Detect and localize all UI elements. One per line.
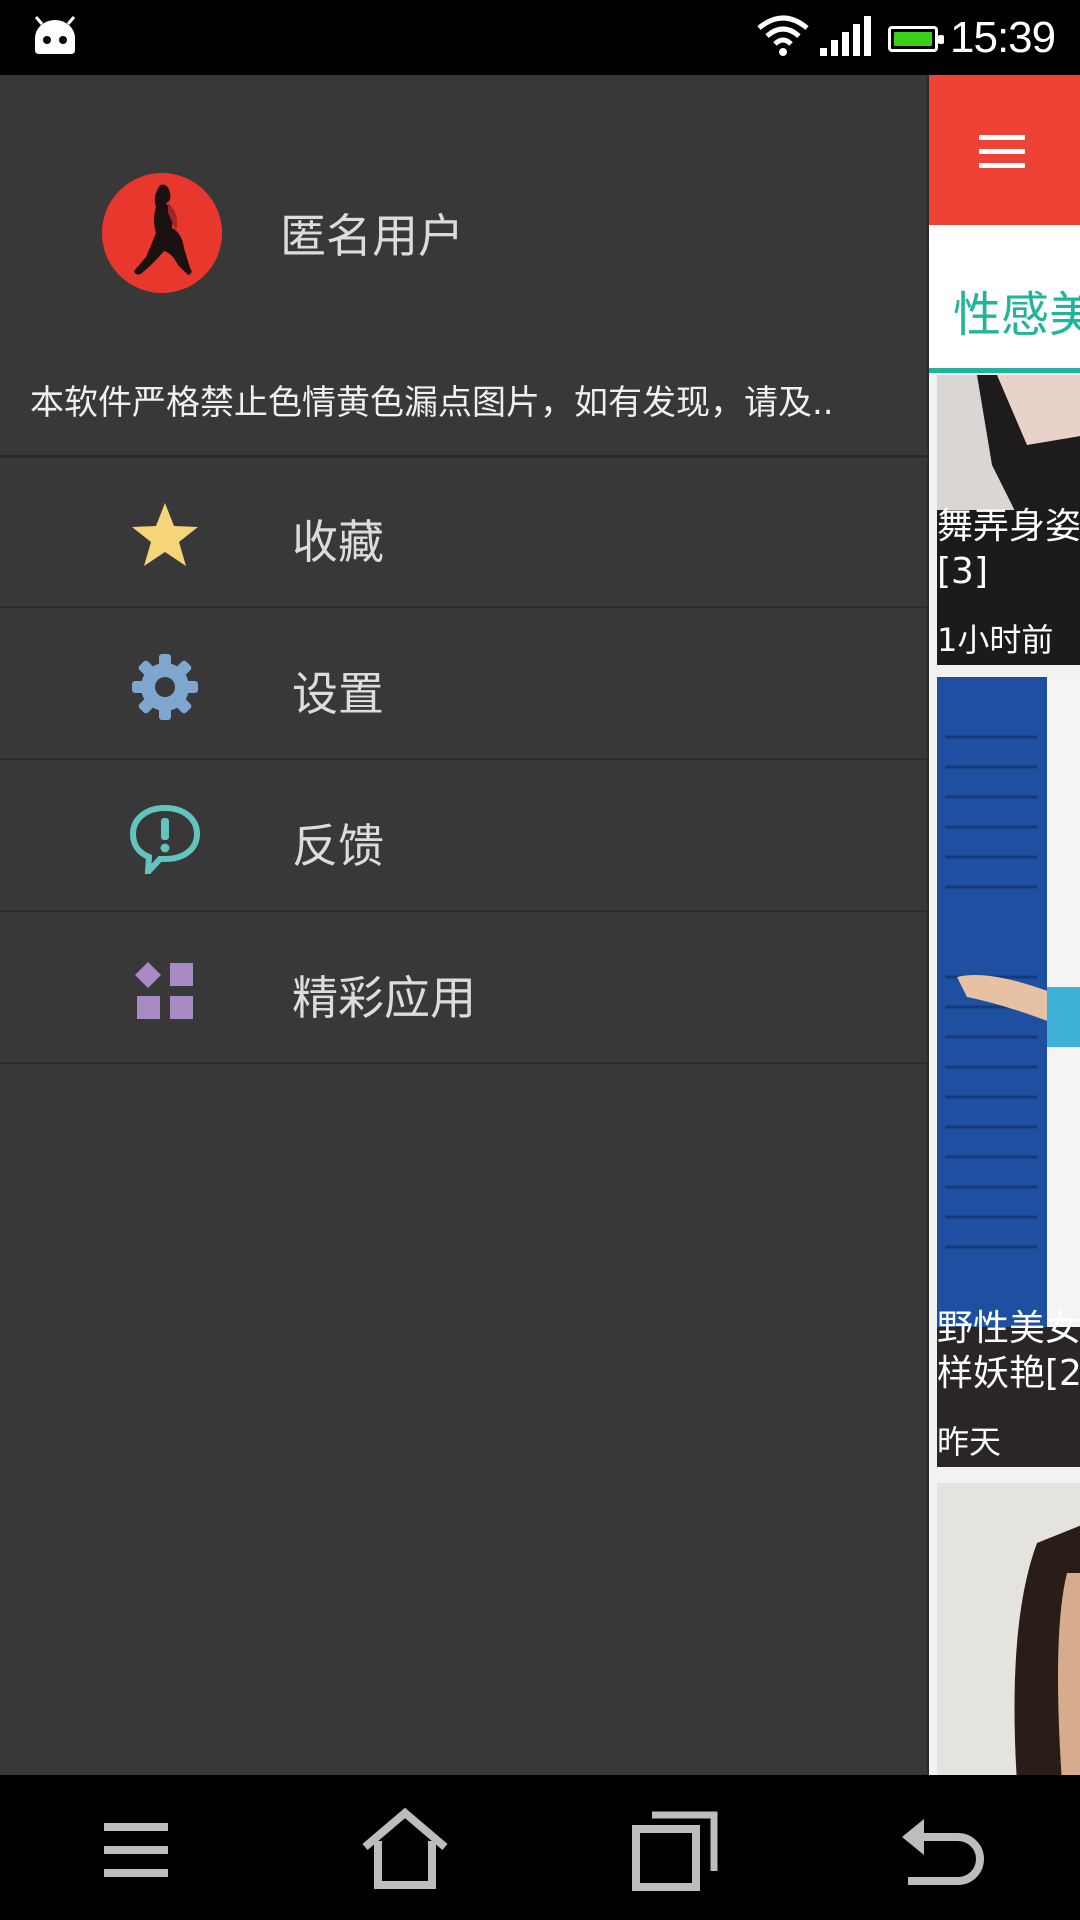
recent-apps-icon[interactable] <box>630 1805 720 1895</box>
app-toolbar <box>929 75 1080 225</box>
apps-icon <box>135 962 193 1019</box>
star-icon <box>132 503 198 566</box>
home-icon[interactable] <box>360 1805 450 1895</box>
feedback-icon <box>130 804 200 874</box>
main-content: 性感美 舞弄身姿 [3] 1小时前 野性美女 样妖艳[2 昨天 <box>929 75 1080 1775</box>
photo-card[interactable] <box>937 1483 1080 1775</box>
avatar[interactable] <box>102 173 222 293</box>
drawer-item-label: 设置 <box>292 667 384 721</box>
menu-icon[interactable] <box>92 1805 182 1895</box>
android-icon <box>34 16 76 54</box>
card-caption-line1: 舞弄身姿 <box>937 506 1080 547</box>
drawer-item-favorites[interactable]: 收藏 <box>0 458 929 608</box>
drawer-item-settings[interactable]: 设置 <box>0 610 929 760</box>
battery-icon <box>888 26 944 52</box>
card-caption-line1: 野性美女 <box>937 1308 1080 1349</box>
hamburger-menu-icon[interactable] <box>979 135 1025 177</box>
battery-level <box>894 32 932 46</box>
drawer-item-label: 反馈 <box>292 819 384 873</box>
card-time: 1小时前 <box>937 621 1054 659</box>
category-tabbar: 性感美 <box>929 225 1080 373</box>
system-nav-bar <box>0 1775 1080 1920</box>
tab-indicator <box>929 368 1080 373</box>
status-time: 15:39 <box>950 13 1056 62</box>
card-caption-line2: 样妖艳[2 <box>937 1353 1080 1394</box>
photo-thumbnail <box>937 1483 1080 1775</box>
navigation-drawer: 匿名用户 本软件严格禁止色情黄色漏点图片，如有发现，请及.. 收藏 设置 反馈 … <box>0 75 929 1775</box>
notice-text: 本软件严格禁止色情黄色漏点图片，如有发现，请及.. <box>30 383 834 423</box>
photo-card[interactable]: 舞弄身姿 [3] 1小时前 <box>937 375 1080 665</box>
back-icon[interactable] <box>898 1805 988 1895</box>
card-caption-line2: [3] <box>937 551 988 592</box>
photo-card[interactable]: 野性美女 样妖艳[2 昨天 <box>937 677 1080 1467</box>
status-bar: 15:39 <box>0 0 1080 75</box>
username[interactable]: 匿名用户 <box>280 200 464 266</box>
drawer-item-label: 精彩应用 <box>292 971 476 1025</box>
drawer-item-feedback[interactable]: 反馈 <box>0 762 929 912</box>
drawer-item-featured-apps[interactable]: 精彩应用 <box>0 914 929 1064</box>
signal-icon <box>820 16 871 56</box>
avatar-silhouette-icon <box>102 173 222 293</box>
screen: 15:39 性感美 舞弄身姿 [3] 1小时前 野性美女 样妖艳[2 昨天 匿名… <box>0 0 1080 1920</box>
card-time: 昨天 <box>937 1423 1002 1461</box>
gear-icon <box>132 654 198 720</box>
wifi-icon <box>757 15 809 56</box>
drawer-item-label: 收藏 <box>292 515 384 569</box>
tab-sexy-beauty[interactable]: 性感美 <box>953 275 1080 345</box>
